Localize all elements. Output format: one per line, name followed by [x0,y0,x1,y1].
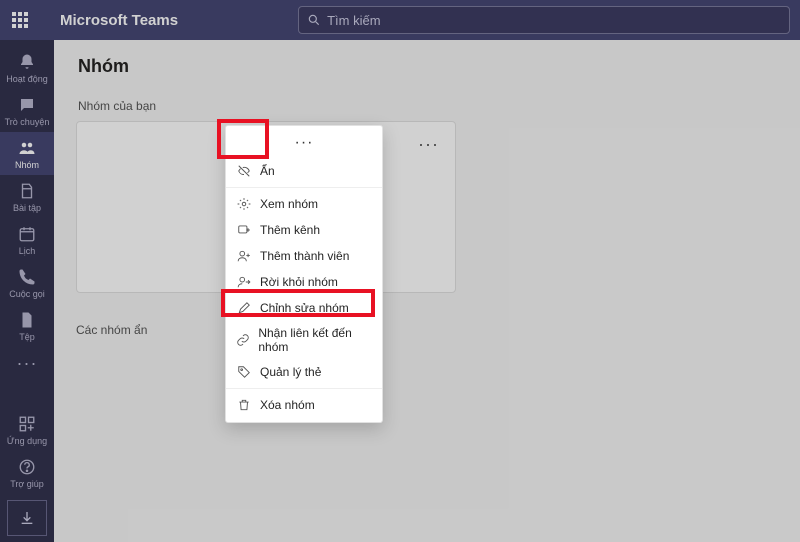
menu-view-team[interactable]: Xem nhóm [226,191,382,217]
menu-edit-team[interactable]: Chỉnh sửa nhóm [226,295,382,321]
waffle-icon[interactable] [10,10,30,30]
menu-add-member[interactable]: Thêm thành viên [226,243,382,269]
titlebar: Microsoft Teams Tìm kiếm [0,0,800,40]
add-channel-icon [236,222,252,238]
rail-calendar[interactable]: Lịch [0,218,54,261]
hide-icon [236,163,252,179]
gear-icon [236,196,252,212]
pencil-icon [236,300,252,316]
rail-teams[interactable]: Nhóm [0,132,54,175]
help-icon [17,457,37,477]
rail-calls[interactable]: Cuộc gọi [0,261,54,304]
download-icon [19,510,35,526]
rail-assignments[interactable]: Bài tập [0,175,54,218]
menu-get-link[interactable]: Nhận liên kết đến nhóm [226,321,382,359]
apps-icon [17,414,37,434]
team-card-more[interactable]: ··· [418,134,439,155]
team-context-menu: ··· Ẩn Xem nhóm Thêm kênh Thêm thành viê… [225,125,383,423]
leave-icon [236,274,252,290]
calendar-icon [17,224,37,244]
page-title: Nhóm [78,56,778,77]
left-rail: Hoạt động Trò chuyện Nhóm Bài tập Lịch C… [0,40,54,542]
rail-files[interactable]: Tệp [0,304,54,347]
hidden-teams-label: Các nhóm ẩn [76,323,778,337]
phone-icon [17,267,37,287]
menu-add-channel[interactable]: Thêm kênh [226,217,382,243]
app-title: Microsoft Teams [60,12,178,29]
menu-hide[interactable]: Ẩn [226,158,382,184]
teams-icon [17,138,37,158]
your-teams-label: Nhóm của bạn [78,99,778,113]
add-member-icon [236,248,252,264]
more-icon: ··· [17,353,37,373]
trash-icon [236,397,252,413]
file-icon [17,310,37,330]
rail-help[interactable]: Trợ giúp [0,451,54,494]
rail-apps[interactable]: Ứng dụng [0,408,54,451]
chat-icon [17,95,37,115]
menu-leave-team[interactable]: Rời khỏi nhóm [226,269,382,295]
bell-icon [17,52,37,72]
search-input[interactable]: Tìm kiếm [298,6,790,34]
menu-trigger-dots[interactable]: ··· [226,130,382,158]
rail-chat[interactable]: Trò chuyện [0,89,54,132]
rail-more[interactable]: ··· [0,347,54,380]
main-content: Nhóm Nhóm của bạn ··· Các nhóm ẩn [54,40,800,542]
search-placeholder: Tìm kiếm [327,13,380,28]
menu-manage-tags[interactable]: Quản lý thẻ [226,359,382,385]
menu-delete-team[interactable]: Xóa nhóm [226,392,382,418]
link-icon [236,332,250,348]
assignments-icon [17,181,37,201]
tag-icon [236,364,252,380]
rail-activity[interactable]: Hoạt động [0,46,54,89]
search-icon [307,13,321,27]
rail-download[interactable] [7,500,47,536]
